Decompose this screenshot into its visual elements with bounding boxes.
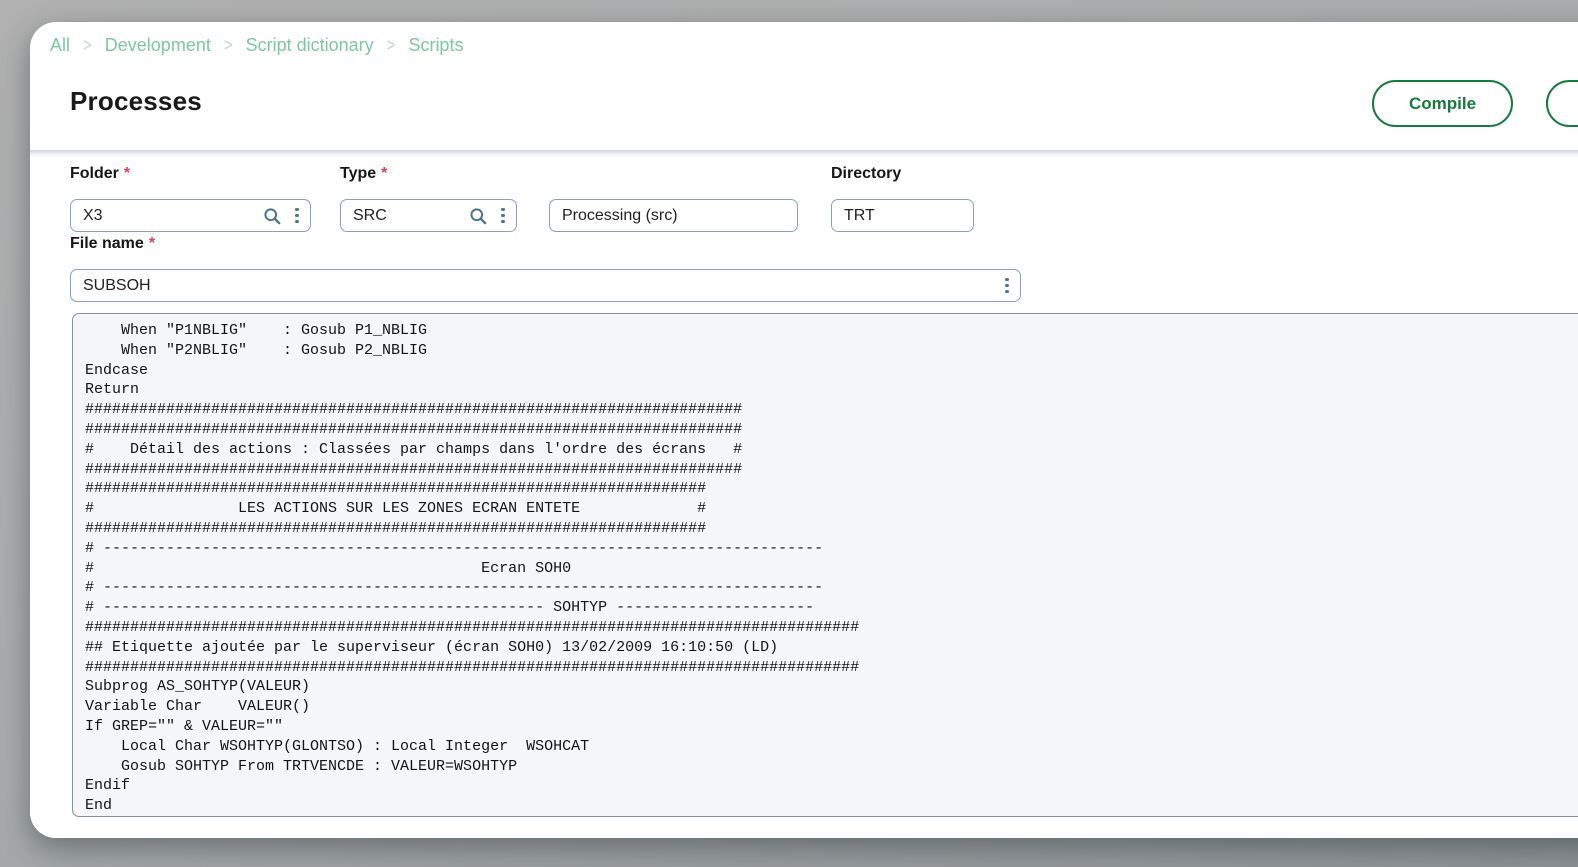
folder-field[interactable] — [70, 199, 311, 232]
kebab-menu-icon[interactable] — [1003, 276, 1011, 296]
code-line: # Détail des actions : Classées par cham… — [85, 440, 1578, 460]
code-line: Gosub SOHTYP From TRTVENCDE : VALEUR=WSO… — [85, 757, 1578, 777]
search-icon[interactable] — [262, 206, 282, 226]
code-line: When "P1NBLIG" : Gosub P1_NBLIG — [85, 321, 1578, 341]
file-name-label: File name* — [70, 235, 155, 253]
code-line: Subprog AS_SOHTYP(VALEUR) — [85, 677, 1578, 697]
required-asterisk: * — [124, 165, 130, 182]
breadcrumb-item-development[interactable]: Development — [105, 35, 211, 56]
breadcrumb-item-all[interactable]: All — [50, 35, 70, 56]
folder-label: Folder* — [70, 165, 130, 183]
type-field[interactable] — [340, 199, 517, 232]
search-icon[interactable] — [468, 206, 488, 226]
code-editor[interactable]: When "P1NBLIG" : Gosub P1_NBLIG When "P2… — [72, 313, 1578, 817]
code-line: # LES ACTIONS SUR LES ZONES ECRAN ENTETE… — [85, 499, 1578, 519]
code-line: ########################################… — [85, 460, 1578, 480]
folder-input[interactable] — [83, 207, 256, 225]
breadcrumb-item-scripts[interactable]: Scripts — [408, 35, 463, 56]
desktop-background: { "breadcrumb": { "separator": ">", "ite… — [0, 0, 1578, 867]
chevron-right-icon: > — [83, 35, 92, 56]
kebab-menu-icon[interactable] — [499, 206, 507, 226]
required-asterisk: * — [149, 235, 155, 252]
type-input[interactable] — [353, 207, 462, 225]
code-line: When "P2NBLIG" : Gosub P2_NBLIG — [85, 341, 1578, 361]
chevron-right-icon: > — [387, 35, 396, 56]
file-name-field[interactable] — [70, 269, 1021, 302]
file-name-input[interactable] — [83, 277, 997, 295]
type-description-field[interactable] — [549, 199, 798, 232]
code-line: # Ecran SOH0 — [85, 559, 1578, 579]
required-asterisk: * — [381, 165, 387, 182]
directory-field[interactable] — [831, 199, 974, 232]
code-line: Variable Char VALEUR() — [85, 697, 1578, 717]
compile-button[interactable]: Compile — [1372, 80, 1513, 127]
code-line: ########################################… — [85, 658, 1578, 678]
code-line: End — [85, 796, 1578, 816]
code-line: Return — [85, 380, 1578, 400]
code-line: ########################################… — [85, 479, 1578, 499]
directory-input[interactable] — [844, 207, 964, 225]
chevron-right-icon: > — [224, 35, 233, 56]
form-section: Folder* Type* Directory — [30, 150, 1578, 838]
code-line: ########################################… — [85, 519, 1578, 539]
code-line: ########################################… — [85, 420, 1578, 440]
type-label: Type* — [340, 165, 387, 183]
code-line: Endcase — [85, 361, 1578, 381]
code-line: # --------------------------------------… — [85, 539, 1578, 559]
secondary-action-button[interactable] — [1546, 80, 1578, 127]
code-line: Local Char WSOHTYP(GLONTSO) : Local Inte… — [85, 737, 1578, 757]
directory-label: Directory — [831, 165, 901, 183]
code-line: # --------------------------------------… — [85, 578, 1578, 598]
code-line: # --------------------------------------… — [85, 598, 1578, 618]
code-line: ## Etiquette ajoutée par le superviseur … — [85, 638, 1578, 658]
breadcrumb: All > Development > Script dictionary > … — [50, 35, 463, 56]
type-description-input[interactable] — [562, 207, 788, 225]
main-panel: All > Development > Script dictionary > … — [30, 22, 1578, 838]
code-line: ########################################… — [85, 400, 1578, 420]
breadcrumb-item-script-dictionary[interactable]: Script dictionary — [246, 35, 374, 56]
code-line: Endif — [85, 776, 1578, 796]
kebab-menu-icon[interactable] — [293, 206, 301, 226]
page-title: Processes — [70, 86, 202, 117]
code-line: If GREP="" & VALEUR="" — [85, 717, 1578, 737]
code-line: ########################################… — [85, 618, 1578, 638]
